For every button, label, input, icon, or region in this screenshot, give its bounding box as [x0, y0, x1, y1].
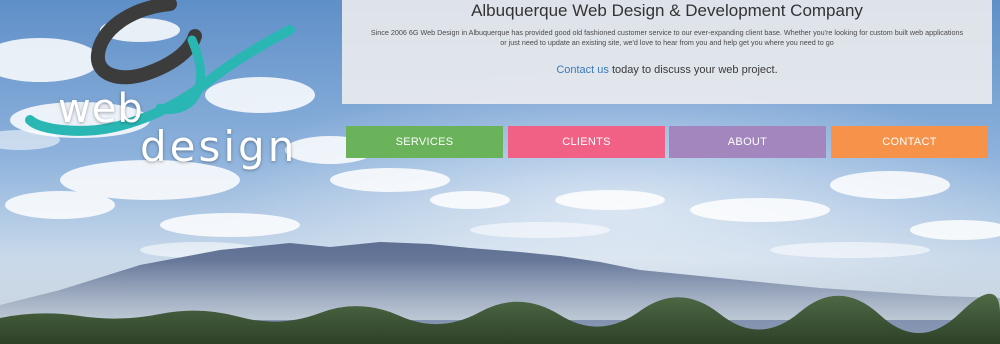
- info-panel: Albuquerque Web Design & Development Com…: [342, 0, 992, 104]
- nav-services-button[interactable]: SERVICES: [346, 126, 503, 158]
- contact-us-link[interactable]: Contact us: [556, 64, 609, 76]
- cta-text: today to discuss your web project.: [611, 64, 778, 76]
- page-title: Albuquerque Web Design & Development Com…: [471, 1, 863, 20]
- logo-word-design: design: [140, 122, 298, 171]
- intro-paragraph: Since 2006 6G Web Design in Albuquerque …: [370, 28, 964, 47]
- cta-line: Contact us today to discuss your web pro…: [342, 64, 992, 76]
- nav-about-button[interactable]: ABOUT: [669, 126, 826, 158]
- nav-clients-button[interactable]: CLIENTS: [508, 126, 665, 158]
- logo[interactable]: web design: [20, 0, 320, 175]
- main-nav: SERVICES CLIENTS ABOUT CONTACT: [346, 126, 988, 158]
- logo-word-web: web: [58, 86, 144, 132]
- nav-contact-button[interactable]: CONTACT: [831, 126, 988, 158]
